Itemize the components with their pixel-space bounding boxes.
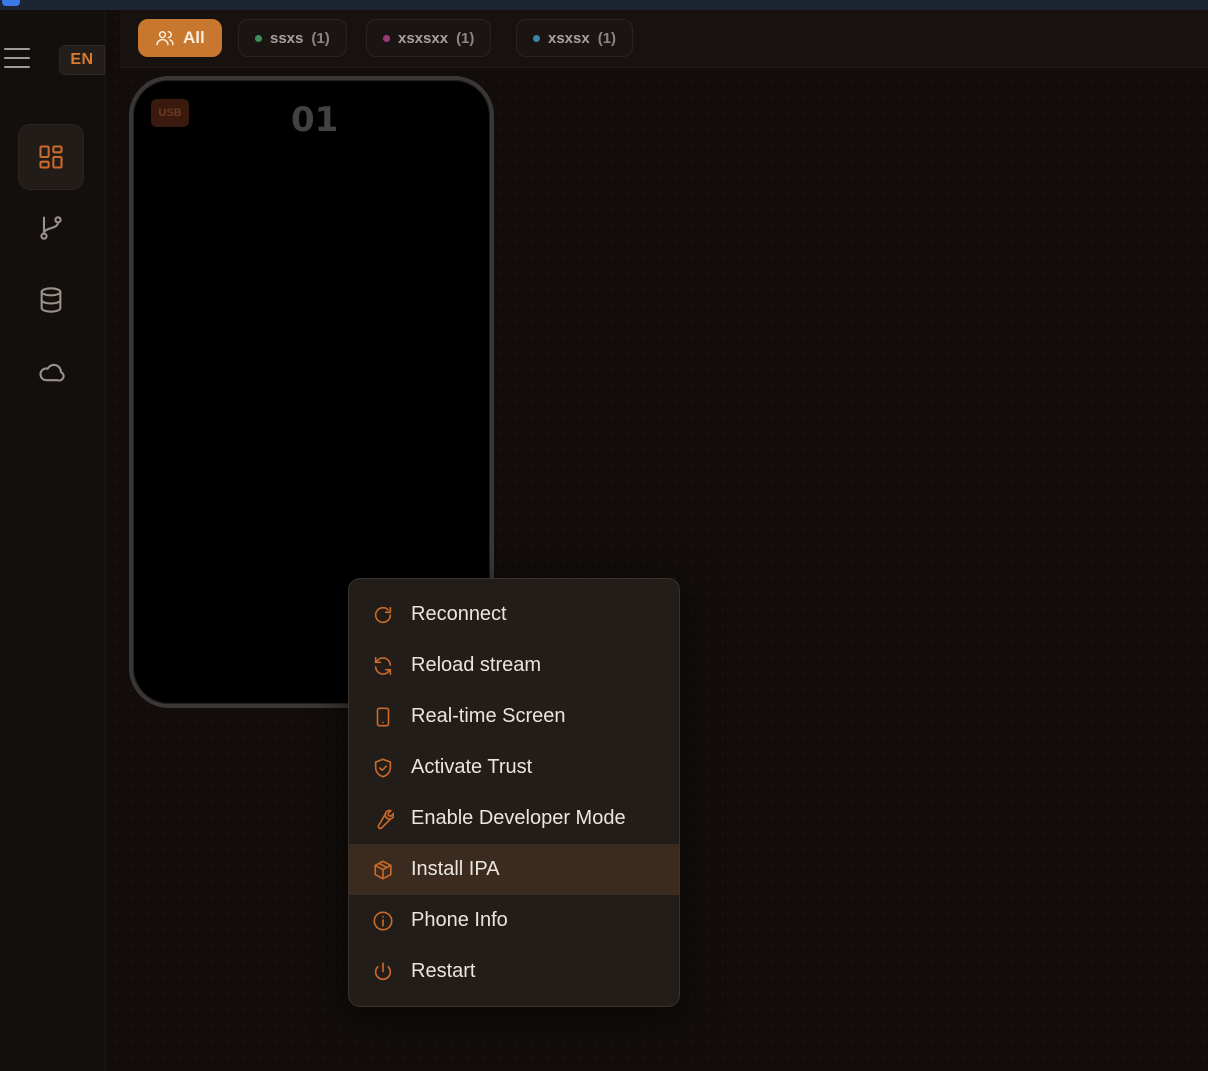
nav-item-database[interactable] (18, 267, 84, 333)
nav-item-flows[interactable] (18, 195, 84, 261)
menu-item-enable-developer-mode[interactable]: Enable Developer Mode (349, 793, 679, 844)
reload-icon (374, 656, 392, 675)
group-color-dot (383, 34, 390, 42)
menu-item-label: Real-time Screen (411, 705, 566, 727)
package-icon (374, 859, 392, 880)
menu-item-label: Restart (411, 960, 476, 982)
filter-chip-all[interactable]: All (138, 19, 222, 57)
filter-chip-label: xsxsx (548, 29, 590, 47)
database-icon (40, 287, 62, 313)
filter-chip-count: (1) (311, 29, 330, 47)
menu-item-label: Reconnect (411, 603, 507, 625)
menu-item-label: Activate Trust (411, 756, 533, 778)
power-icon (374, 961, 392, 980)
menu-item-phone-info[interactable]: Phone Info (349, 895, 679, 946)
menu-item-label: Install IPA (411, 858, 500, 880)
window-top-strip (0, 0, 1208, 10)
language-switch-button[interactable]: EN (59, 45, 105, 75)
nav-item-cloud[interactable] (18, 339, 84, 405)
device-index: 01 (291, 100, 339, 140)
app-icon (2, 0, 20, 6)
menu-item-restart[interactable]: Restart (349, 946, 679, 997)
menu-item-label: Phone Info (411, 909, 508, 931)
menu-item-activate-trust[interactable]: Activate Trust (349, 742, 679, 793)
filter-chip-label: ssxs (270, 29, 304, 47)
filter-chip-count: (1) (597, 29, 617, 47)
filter-chip-label: xsxsxx (398, 29, 449, 47)
wrench-icon (377, 809, 394, 829)
filter-chip-ssxs[interactable]: ssxs (1) (238, 19, 347, 57)
cloud-icon (39, 363, 65, 382)
group-color-dot (533, 34, 540, 42)
nav-item-dashboard[interactable] (18, 124, 84, 190)
device-context-menu: Reconnect Reload stream Real-time Screen… (348, 578, 680, 1007)
filter-chip-label: All (183, 28, 205, 47)
git-branch-icon (40, 216, 62, 240)
menu-item-label: Reload stream (411, 654, 542, 676)
menu-item-label: Enable Developer Mode (411, 807, 626, 829)
filter-chip-count: (1) (456, 29, 475, 47)
phone-icon (376, 706, 390, 727)
menu-item-install-ipa[interactable]: Install IPA (349, 844, 679, 895)
sidebar: EN (0, 10, 106, 1071)
users-icon (156, 30, 174, 46)
reconnect-icon (374, 606, 392, 623)
dashboard-grid-icon (39, 145, 63, 169)
menu-toggle-icon[interactable] (4, 48, 30, 68)
menu-item-reconnect[interactable]: Reconnect (349, 589, 679, 640)
group-filter-bar: All ssxs (1) xsxsxx (1) xsxsx (1) (120, 10, 1208, 68)
group-color-dot (255, 34, 262, 42)
menu-item-realtime-screen[interactable]: Real-time Screen (349, 691, 679, 742)
filter-chip-xsxsx[interactable]: xsxsx (1) (516, 19, 634, 57)
filter-chip-xsxsxx[interactable]: xsxsxx (1) (366, 19, 492, 57)
menu-item-reload-stream[interactable]: Reload stream (349, 640, 679, 691)
info-icon (373, 910, 393, 931)
connection-badge: USB (151, 99, 189, 127)
shield-check-icon (374, 757, 392, 778)
